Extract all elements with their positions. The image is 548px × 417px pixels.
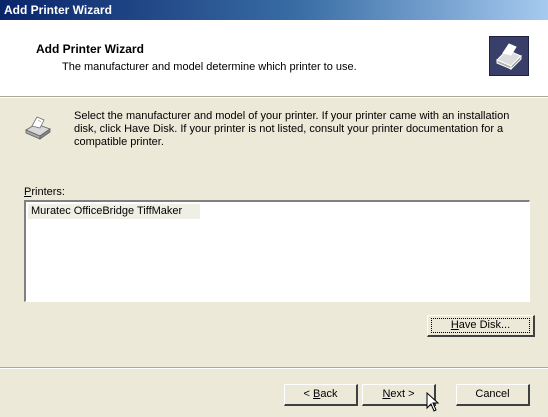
header-separator [0, 97, 548, 98]
back-prefix: < [303, 388, 313, 400]
printers-listbox[interactable]: Muratec OfficeBridge TiffMaker [24, 200, 530, 302]
next-label: ext > [390, 388, 415, 400]
next-button[interactable]: Next > [362, 384, 436, 406]
window-title-bar[interactable]: Add Printer Wizard [0, 0, 548, 20]
header-subtitle: The manufacturer and model determine whi… [62, 61, 357, 73]
back-label: ack [320, 388, 338, 400]
mouse-pointer-icon [426, 392, 440, 412]
header-title: Add Printer Wizard [36, 42, 144, 56]
instruction-text: Select the manufacturer and model of you… [74, 110, 510, 148]
window-title: Add Printer Wizard [4, 3, 112, 17]
list-item[interactable]: Muratec OfficeBridge TiffMaker [28, 204, 200, 219]
footer-separator-highlight [0, 368, 548, 369]
printers-label-text: rinters: [31, 186, 65, 198]
cancel-label: Cancel [475, 388, 510, 400]
printer-icon [25, 116, 51, 140]
back-button[interactable]: < Back [284, 384, 358, 406]
printer-icon [489, 36, 529, 76]
cancel-button[interactable]: Cancel [456, 384, 530, 406]
focus-rectangle [431, 318, 530, 333]
add-printer-wizard-window: Add Printer Wizard Add Printer Wizard Th… [0, 0, 548, 417]
printers-label: Printers: [24, 186, 65, 198]
wizard-header: Add Printer Wizard The manufacturer and … [0, 20, 548, 97]
have-disk-button[interactable]: Have Disk... [427, 315, 535, 337]
